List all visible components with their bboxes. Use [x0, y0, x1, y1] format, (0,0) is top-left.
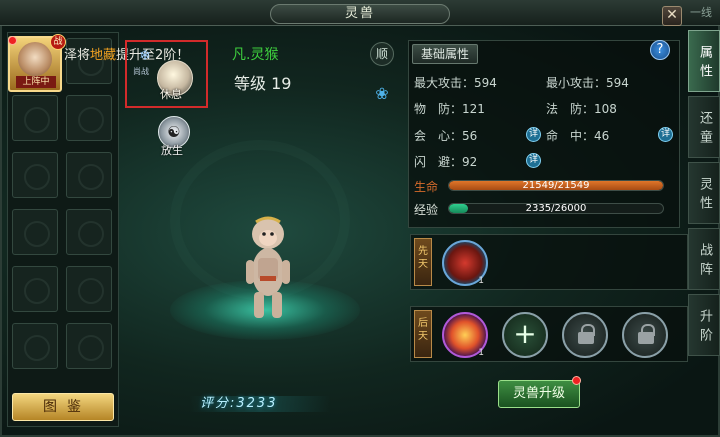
- stat-min-attack: 最小攻击：594: [546, 76, 629, 90]
- close-button[interactable]: ✕: [662, 6, 682, 26]
- pet-slot[interactable]: [12, 209, 58, 255]
- monkey-avatar-icon: [18, 42, 52, 76]
- innate-skill-count: 1: [478, 276, 484, 286]
- notification-dot: [8, 36, 17, 45]
- pet-slot[interactable]: [66, 209, 112, 255]
- lock-icon: [562, 312, 608, 358]
- tab-formation[interactable]: 战阵: [688, 228, 720, 290]
- hit-detail-button[interactable]: 详: [658, 127, 673, 142]
- stat-hit: 命 中：46: [546, 129, 610, 143]
- announcement-prefix: 泽将: [64, 48, 91, 63]
- acquired-skill-count: 1: [478, 348, 484, 358]
- pet-name: 凡.灵猴: [232, 47, 279, 63]
- add-skill-button[interactable]: +: [502, 312, 548, 358]
- xp-bar: 2335/26000: [448, 203, 664, 214]
- acquired-skill-slot[interactable]: 1: [442, 312, 488, 358]
- pet-slot[interactable]: [12, 152, 58, 198]
- crit-detail-button[interactable]: 详: [526, 127, 541, 142]
- tab-spirit[interactable]: 灵性: [688, 162, 720, 224]
- active-pet-tag: 上阵中: [16, 76, 56, 88]
- tab-basic-attributes[interactable]: 基础属性: [412, 44, 478, 64]
- tab-attributes[interactable]: 属性: [688, 30, 720, 92]
- announcement-highlight: 地藏: [90, 48, 117, 63]
- window-title: 灵兽: [270, 4, 450, 24]
- top-tab-fragment: 一线: [690, 6, 712, 19]
- lock-icon: [622, 312, 668, 358]
- stat-crit: 会 心：56: [414, 129, 478, 143]
- release-label: 放生: [161, 144, 183, 157]
- pet-level: 等级 19: [234, 74, 292, 93]
- pet-slot[interactable]: [66, 323, 112, 369]
- hp-value: 21549/21549: [522, 180, 590, 191]
- hp-bar: 21549/21549: [448, 180, 664, 191]
- stat-magic-defense: 法 防：108: [546, 102, 617, 116]
- tab-advance[interactable]: 升阶: [688, 294, 720, 356]
- xp-label: 经验: [414, 203, 439, 217]
- notification-dot: [572, 376, 581, 385]
- battle-mode-label: 尚战: [133, 67, 149, 76]
- hp-label: 生命: [414, 180, 439, 194]
- stat-dodge: 闪 避：92: [414, 155, 478, 169]
- pet-score: 评分:3233: [200, 396, 278, 411]
- rest-label: 休息: [160, 88, 182, 101]
- innate-skill-slot[interactable]: 1: [442, 240, 488, 286]
- monkey-pet-model: [246, 216, 290, 318]
- gallery-button[interactable]: 图鉴: [12, 393, 114, 421]
- pet-slot[interactable]: [66, 152, 112, 198]
- help-button[interactable]: ?: [650, 40, 670, 60]
- paw-icon[interactable]: ❀: [370, 82, 394, 106]
- pet-slot[interactable]: [66, 95, 112, 141]
- pet-slot[interactable]: [66, 266, 112, 312]
- pet-slot[interactable]: [12, 323, 58, 369]
- xp-value: 2335/26000: [525, 203, 587, 214]
- acquired-tag: 后天: [414, 310, 432, 358]
- pet-upgrade-button[interactable]: 灵兽升级: [498, 380, 580, 408]
- pet-slot[interactable]: [12, 95, 58, 141]
- stat-max-attack: 最大攻击：594: [414, 76, 497, 90]
- innate-tag: 先天: [414, 238, 432, 286]
- side-tab-bar: 属性 还童 灵性 战阵 升阶: [688, 30, 720, 370]
- follow-button[interactable]: 顺: [370, 42, 394, 66]
- stat-physical-defense: 物 防：121: [414, 102, 485, 116]
- tab-rejuvenate[interactable]: 还童: [688, 96, 720, 158]
- pet-slot[interactable]: [12, 266, 58, 312]
- dodge-detail-button[interactable]: 详: [526, 153, 541, 168]
